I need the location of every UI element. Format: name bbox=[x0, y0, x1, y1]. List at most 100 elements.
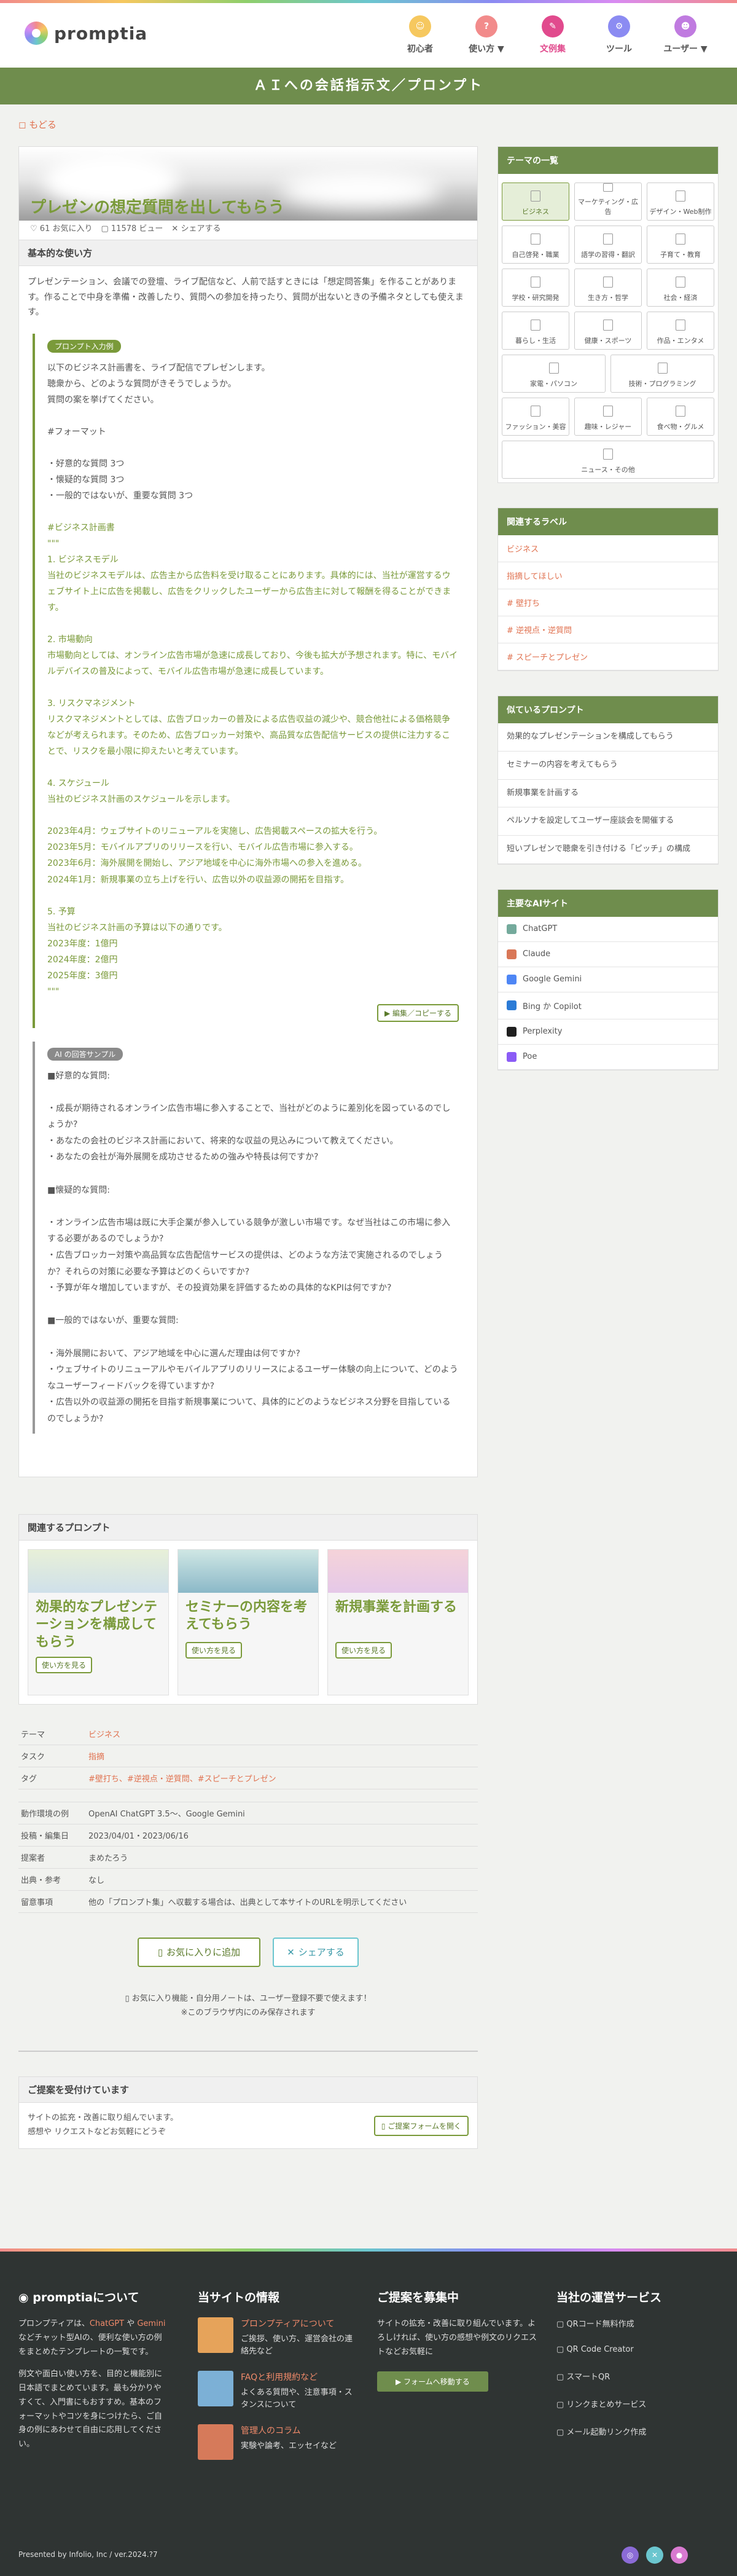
service-link[interactable]: ▢ リンクまとめサービス bbox=[556, 2398, 716, 2409]
theme-item[interactable]: 生き方・哲学 bbox=[574, 269, 642, 307]
label-link[interactable]: 指摘してほしい bbox=[498, 562, 718, 589]
footer-info-item[interactable]: FAQと利用規約など よくある質問や、注意事項・スタンスについて bbox=[198, 2371, 357, 2411]
theme-label: 食べ物・グルメ bbox=[657, 423, 704, 431]
theme-item[interactable]: ファッション・美容 bbox=[502, 398, 569, 436]
nav-item-label: 初心者 bbox=[407, 44, 433, 54]
footer-form-button[interactable]: ▶ フォームへ移動する bbox=[377, 2371, 488, 2392]
similar-prompt-link[interactable]: ペルソナを設定してユーザー座談会を開催する bbox=[498, 807, 718, 836]
nav-item-3[interactable]: ⚙ ツール bbox=[586, 15, 652, 55]
related-card-title: 新規事業を計画する bbox=[335, 1599, 458, 1615]
label-link[interactable]: ビジネス bbox=[498, 535, 718, 562]
service-icon: ▢ bbox=[556, 2373, 567, 2382]
nav-item-2[interactable]: ✎ 文例集 bbox=[520, 15, 586, 55]
line-icon[interactable]: ● bbox=[671, 2547, 688, 2564]
label-link[interactable]: # スピーチとプレゼン bbox=[498, 643, 718, 670]
add-favorite-label: お気に入りに追加 bbox=[166, 1947, 241, 1958]
nav-item-1[interactable]: ? 使い方 ▼ bbox=[453, 15, 520, 55]
footer-about: ◉ promptiaについて プロンプティアは、ChatGPT や Gemini… bbox=[18, 2288, 166, 2452]
theme-label: 子育て・教育 bbox=[660, 251, 701, 259]
info-theme-value[interactable]: ビジネス bbox=[88, 1728, 120, 1740]
note-line-1-text: お気に入り機能・自分用ノートは、ユーザー登録不要で使えます！ bbox=[131, 1993, 372, 2003]
site-logo[interactable]: promptia bbox=[25, 22, 147, 45]
add-favorite-button[interactable]: ▯ お気に入りに追加 bbox=[138, 1937, 260, 1967]
related-card[interactable]: 新規事業を計画する 使い方を見る bbox=[327, 1549, 469, 1695]
site-header: promptia ☺ 初心者? 使い方 ▼ ✎ 文例集 ⚙ ツール ☻ ユーザー ▼ bbox=[0, 3, 737, 68]
info-theme: テーマ ビジネス bbox=[18, 1723, 478, 1745]
nav-item-4[interactable]: ☻ ユーザー ▼ bbox=[652, 15, 719, 55]
proposal-heading: ご提案を受付けています bbox=[19, 2077, 477, 2103]
theme-label: ファッション・美容 bbox=[505, 423, 566, 431]
ai-site-link[interactable]: Claude bbox=[498, 942, 718, 967]
service-link[interactable]: ▢ スマートQR bbox=[556, 2370, 716, 2382]
about-chatgpt-link[interactable]: ChatGPT bbox=[90, 2319, 124, 2328]
share-button[interactable]: ✕ シェアする bbox=[273, 1937, 359, 1967]
similar-prompt-link[interactable]: 短いプレゼンで聴衆を引き付ける「ピッチ」の構成 bbox=[498, 836, 718, 864]
edit-copy-button[interactable]: ▶ 編集／コピーする bbox=[376, 1003, 459, 1022]
label-link[interactable]: # 壁打ち bbox=[498, 589, 718, 616]
similar-prompt-link[interactable]: 効果的なプレゼンテーションを構成してもらう bbox=[498, 723, 718, 752]
ai-site-link[interactable]: Google Gemini bbox=[498, 967, 718, 992]
service-link[interactable]: ▢ QRコード無料作成 bbox=[556, 2317, 716, 2329]
info-notes: 留意事項 他の「プロンプト集」へ収載する場合は、出典として本サイトのURLを明示し… bbox=[18, 1891, 478, 1913]
proposal-form-button[interactable]: ▯ ご提案フォームを開く bbox=[373, 2115, 469, 2136]
ai-site-link[interactable]: Bing か Copilot bbox=[498, 992, 718, 1019]
ai-site-icon bbox=[507, 974, 517, 984]
sidebar: テーマの一覧 ビジネス マーケティング・広告 デザイン・Web制作 自己啓発・職業 語学… bbox=[497, 146, 719, 1095]
theme-item[interactable]: 暮らし・生活 bbox=[502, 312, 569, 350]
theme-item[interactable]: ニュース・その他 bbox=[502, 441, 714, 479]
related-card-button[interactable]: 使い方を見る bbox=[36, 1656, 93, 1673]
theme-item[interactable]: 技術・プログラミング bbox=[610, 355, 714, 393]
bookmark-icon: ▯ bbox=[157, 1946, 163, 1958]
instagram-icon[interactable]: ◎ bbox=[622, 2547, 639, 2564]
theme-item[interactable]: 語学の習得・翻訳 bbox=[574, 226, 642, 264]
theme-item[interactable]: 健康・スポーツ bbox=[574, 312, 642, 350]
nav-item-label: 文例集 bbox=[540, 44, 566, 54]
info-task-value[interactable]: 指摘 bbox=[88, 1750, 104, 1762]
nav-item-0[interactable]: ☺ 初心者 bbox=[387, 15, 453, 55]
about-gemini-link[interactable]: Gemini bbox=[137, 2319, 165, 2328]
theme-item[interactable]: 学校・研究開発 bbox=[502, 269, 569, 307]
info-source-value: なし bbox=[88, 1875, 105, 1885]
theme-item[interactable]: 自己啓発・職業 bbox=[502, 226, 569, 264]
theme-item[interactable]: 子育て・教育 bbox=[647, 226, 714, 264]
similar-prompt-link[interactable]: セミナーの内容を考えてもらう bbox=[498, 752, 718, 780]
theme-label: 技術・プログラミング bbox=[628, 380, 696, 388]
ai-site-link[interactable]: Poe bbox=[498, 1045, 718, 1070]
about-part-1: プロンプティアは、 bbox=[18, 2319, 90, 2328]
info-notes-key: 留意事項 bbox=[21, 1898, 53, 1907]
x-social-icon[interactable]: ✕ bbox=[646, 2547, 663, 2564]
label-link[interactable]: # 逆視点・逆質問 bbox=[498, 616, 718, 643]
theme-item[interactable]: 趣味・レジャー bbox=[574, 398, 642, 436]
service-link[interactable]: ▢ メール起動リンク作成 bbox=[556, 2425, 716, 2437]
theme-icon bbox=[531, 234, 540, 245]
share-link[interactable]: ✕ シェアする bbox=[171, 222, 220, 234]
related-card[interactable]: 効果的なプレゼンテーションを構成してもらう 使い方を見る bbox=[28, 1549, 169, 1695]
footer-info-item[interactable]: プロンプティアについて ご挨拶、使い方、運営会社の連絡先など bbox=[198, 2317, 357, 2357]
theme-icon bbox=[676, 190, 685, 202]
info-tags-value[interactable]: #壁打ち、#逆視点・逆質問、#スピーチとプレゼン bbox=[88, 1772, 276, 1784]
service-link[interactable]: ▢ QR Code Creator bbox=[556, 2345, 716, 2354]
theme-item[interactable]: デザイン・Web制作 bbox=[647, 183, 714, 221]
footer-services: 当社の運営サービス ▢ QRコード無料作成 ▢ QR Code Creator ▢ … bbox=[556, 2288, 716, 2453]
theme-icon bbox=[603, 406, 613, 417]
ai-site-link[interactable]: Perplexity bbox=[498, 1019, 718, 1045]
related-card[interactable]: セミナーの内容を考えてもらう 使い方を見る bbox=[177, 1549, 319, 1695]
similar-prompt-link[interactable]: 新規事業を計画する bbox=[498, 780, 718, 808]
theme-item[interactable]: 社会・経済 bbox=[647, 269, 714, 307]
footer-info-item[interactable]: 管理人のコラム 実験や論考、エッセイなど bbox=[198, 2424, 357, 2460]
theme-item[interactable]: ビジネス bbox=[502, 183, 569, 221]
tool-icon: ⚙ bbox=[608, 15, 630, 37]
back-link[interactable]: ◻ もどる bbox=[18, 118, 57, 131]
theme-item[interactable]: 作品・エンタメ bbox=[647, 312, 714, 350]
related-card-button[interactable]: 使い方を見る bbox=[185, 1641, 243, 1659]
theme-label: 社会・経済 bbox=[663, 294, 698, 302]
usage-section: 基本的な使い方 プレゼンテーション、会議での登壇、ライブ配信など、人前で話すとき… bbox=[18, 240, 478, 1477]
related-card-button[interactable]: 使い方を見る bbox=[335, 1641, 392, 1659]
theme-item[interactable]: マーケティング・広告 bbox=[574, 183, 642, 221]
x-icon: ✕ bbox=[287, 1946, 295, 1958]
theme-item[interactable]: 家電・パソコン bbox=[502, 355, 606, 393]
theme-label: 学校・研究開発 bbox=[512, 294, 560, 302]
footer-info-thumb bbox=[198, 2371, 233, 2406]
ai-site-link[interactable]: ChatGPT bbox=[498, 917, 718, 942]
theme-item[interactable]: 食べ物・グルメ bbox=[647, 398, 714, 436]
